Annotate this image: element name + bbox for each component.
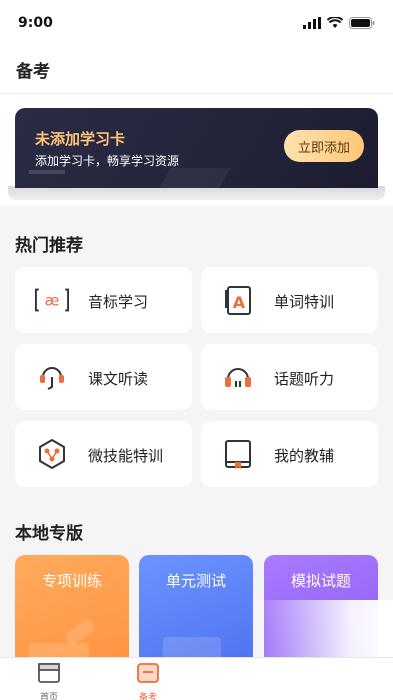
- hot-section-title: 热门推荐: [15, 236, 83, 256]
- study-card-banner: 未添加学习卡 添加学习卡，畅享学习资源 立即添加: [15, 108, 378, 188]
- svg-text:A: A: [233, 293, 246, 312]
- tile-mock-exam[interactable]: 模拟试题: [264, 555, 378, 665]
- tile-special-training[interactable]: 专项训练: [15, 555, 129, 665]
- card-label: 音标学习: [88, 293, 149, 311]
- card-vocabulary[interactable]: A 单词特训: [201, 267, 378, 333]
- card-skill-training[interactable]: 微技能特训: [15, 421, 192, 487]
- tile-label: 专项训练: [41, 572, 102, 590]
- status-icons: [303, 17, 375, 29]
- svg-text:æ: æ: [45, 292, 60, 310]
- card-phonetic[interactable]: æ 音标学习: [15, 267, 192, 333]
- page-title: 备考: [16, 62, 50, 82]
- tile-unit-test[interactable]: 单元测试: [139, 555, 253, 665]
- card-label: 课文听读: [88, 370, 149, 388]
- banner-title: 未添加学习卡: [35, 130, 126, 148]
- battery-icon: [349, 17, 375, 29]
- banner-decoration: [159, 168, 231, 188]
- listen-read-icon: [35, 361, 69, 393]
- exam-prep-icon: [137, 663, 159, 683]
- card-listen-read[interactable]: 课文听读: [15, 344, 192, 410]
- signal-icon: [303, 17, 321, 29]
- banner-shadow: [8, 186, 385, 200]
- headphones-icon: [221, 361, 255, 393]
- banner-decoration: [29, 170, 65, 174]
- status-bar: 9:00: [0, 0, 393, 46]
- tab-exam-prep[interactable]: 备考: [118, 662, 178, 700]
- card-label: 单词特训: [274, 293, 335, 311]
- status-time: 9:00: [18, 15, 53, 31]
- card-my-materials[interactable]: 我的教辅: [201, 421, 378, 487]
- vocabulary-icon: A: [221, 284, 255, 316]
- local-section-title: 本地专版: [15, 524, 83, 544]
- tab-home[interactable]: 首页: [19, 662, 79, 700]
- card-label: 我的教辅: [274, 447, 335, 465]
- card-topic-listening[interactable]: 话题听力: [201, 344, 378, 410]
- tab-label: 备考: [138, 693, 157, 700]
- add-card-button[interactable]: 立即添加: [284, 130, 364, 162]
- phonetic-icon: æ: [35, 284, 69, 316]
- bottom-tab-bar: 首页 备考: [0, 657, 393, 700]
- card-label: 话题听力: [274, 370, 335, 388]
- book-icon: [221, 438, 255, 470]
- card-label: 微技能特训: [88, 447, 164, 465]
- wifi-icon: [327, 17, 343, 28]
- tile-label: 模拟试题: [290, 572, 351, 590]
- home-icon: [38, 663, 60, 683]
- banner-area: 未添加学习卡 添加学习卡，畅享学习资源 立即添加: [0, 94, 393, 206]
- tab-label: 首页: [39, 693, 58, 700]
- skill-icon: [35, 438, 69, 470]
- page-header: 备考: [0, 46, 393, 94]
- tile-label: 单元测试: [165, 572, 226, 590]
- banner-subtitle: 添加学习卡，畅享学习资源: [35, 154, 180, 168]
